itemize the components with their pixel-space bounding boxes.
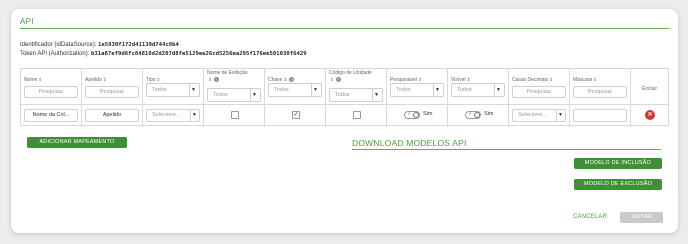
checkmark-icon: ✓ [407,111,412,117]
row-pesquisavel-label: Sim [423,111,433,117]
column-codigo-unidade: Código de Unidade ⇕? Todos ▼ [326,69,387,127]
row-mascara-input[interactable] [573,109,627,122]
chevron-down-icon: ▼ [494,84,502,96]
row-tipo-select[interactable]: Selecione... ▼ [146,109,200,122]
filter-casas-decimais-input[interactable]: Pesquisar [512,86,566,98]
column-nome: Nome⇕ Pesquisar Nome da Col... [21,69,82,127]
column-chave: Chave⇕? Todos ▼ ✓ [265,69,326,127]
filter-pesquisavel-select[interactable]: Todos ▼ [390,83,444,97]
sort-icon[interactable]: ⇕ [283,77,287,82]
chevron-down-icon: ▼ [433,84,441,96]
sort-icon[interactable]: ⇕ [157,77,161,82]
id-value[interactable]: 1e5930f172d41139d744c9b4 [98,42,179,48]
token-value[interactable]: b31a87ef9d6fc84818d2d207d8fe5129ee26cd52… [91,51,307,57]
row-codigo-unidade-checkbox[interactable] [353,111,361,119]
chevron-down-icon: ▼ [311,84,319,96]
token-label: Token API (Authorization): [20,51,90,57]
filter-visivel-select[interactable]: Todos ▼ [451,83,505,97]
row-casas-decimais-select[interactable]: Selecione... ▼ [512,109,566,122]
row-apelido-input[interactable]: Apelido [85,109,139,122]
delete-model-button[interactable]: MODELO DE EXCLUSÃO [574,179,662,190]
sort-icon[interactable]: ⇕ [418,77,422,82]
column-header-apelido[interactable]: Apelido⇕ [85,77,106,83]
sort-icon[interactable]: ⇕ [467,77,471,82]
sort-icon[interactable]: ⇕ [330,77,334,82]
row-visivel-label: Sim [484,111,494,117]
filter-nome-input[interactable]: Pesquisar [24,86,78,98]
sort-icon[interactable]: ⇕ [208,77,212,82]
filter-apelido-input[interactable]: Pesquisar [85,86,139,98]
column-casas-decimais: Casas Decimais⇕ Pesquisar Selecione... ▼ [509,69,570,127]
filter-nome-exibicao-select[interactable]: Todos ▼ [207,88,261,102]
chevron-down-icon: ▼ [372,89,380,101]
chevron-down-icon: ▼ [190,110,198,121]
cancel-button[interactable]: CANCELAR [573,214,607,220]
download-section-title: DOWNLOAD MODELOS API [352,138,467,148]
column-pesquisavel: Pesquisável⇕ Todos ▼ ✓ Sim [387,69,448,127]
section-title: API [20,17,34,26]
checkmark-icon: ✓ [293,112,299,118]
chevron-down-icon: ▼ [556,110,564,121]
mapping-table: Nome⇕ Pesquisar Nome da Col... Apelido⇕ … [20,68,670,127]
column-header-codigo-unidade-icons: ⇕? [329,77,341,83]
sort-icon[interactable]: ⇕ [38,77,42,82]
row-nome-exibicao-checkbox[interactable] [231,111,239,119]
column-nome-exibicao: Nome de Exibição ⇕? Todos ▼ [204,69,265,127]
chevron-down-icon: ▼ [250,89,258,101]
insert-model-button[interactable]: MODELO DE INCLUSÃO [574,158,662,169]
row-pesquisavel-toggle[interactable]: ✓ [404,111,420,119]
row-nome-input[interactable]: Nome da Col... [24,109,78,122]
delete-row-icon[interactable]: ✕ [645,110,655,120]
column-header-nome[interactable]: Nome⇕ [24,77,42,83]
sort-icon[interactable]: ⇕ [103,77,107,82]
column-header-excluir: Excluir [642,86,658,92]
column-header-casas-decimais[interactable]: Casas Decimais⇕ [512,77,553,83]
column-header-mascara[interactable]: Máscara⇕ [573,77,597,83]
checkmark-icon: ✓ [468,111,473,117]
title-divider [20,28,669,29]
column-mascara: Máscara⇕ Pesquisar [570,69,631,127]
filter-codigo-unidade-select[interactable]: Todos ▼ [329,88,383,102]
toggle-knob [413,112,419,118]
filter-mascara-input[interactable]: Pesquisar [573,86,627,98]
id-label: Identificador (idDataSource): [20,42,97,48]
row-visivel-toggle[interactable]: ✓ [465,111,481,119]
token-line: Token API (Authorization): b31a87ef9d6fc… [20,51,307,57]
toggle-knob [474,112,480,118]
help-icon[interactable]: ? [335,77,341,83]
help-icon[interactable]: ? [289,77,295,83]
save-button[interactable]: SALVAR [620,212,663,223]
id-line: Identificador (idDataSource): 1e5930f172… [20,42,179,48]
column-visivel: Visível⇕ Todos ▼ ✓ Sim [448,69,509,127]
row-chave-checkbox[interactable]: ✓ [292,111,300,119]
sort-icon[interactable]: ⇕ [549,77,553,82]
chevron-down-icon: ▼ [189,84,197,96]
help-icon[interactable]: ? [213,77,219,83]
column-header-nome-exibicao-icons: ⇕? [207,77,219,83]
filter-tipo-select[interactable]: Todos ▼ [146,83,200,97]
column-apelido: Apelido⇕ Pesquisar Apelido [82,69,143,127]
add-mapping-button[interactable]: ADICIONAR MAPEAMENTO [27,137,127,148]
sort-icon[interactable]: ⇕ [593,77,597,82]
column-header-codigo-unidade[interactable]: Código de Unidade [329,70,372,76]
filter-chave-select[interactable]: Todos ▼ [268,83,322,97]
column-header-nome-exibicao[interactable]: Nome de Exibição [207,70,248,76]
column-excluir: Excluir ✕ [631,69,670,127]
download-divider [352,149,661,150]
column-tipo: Tipo⇕ Todos ▼ Selecione... ▼ [143,69,204,127]
